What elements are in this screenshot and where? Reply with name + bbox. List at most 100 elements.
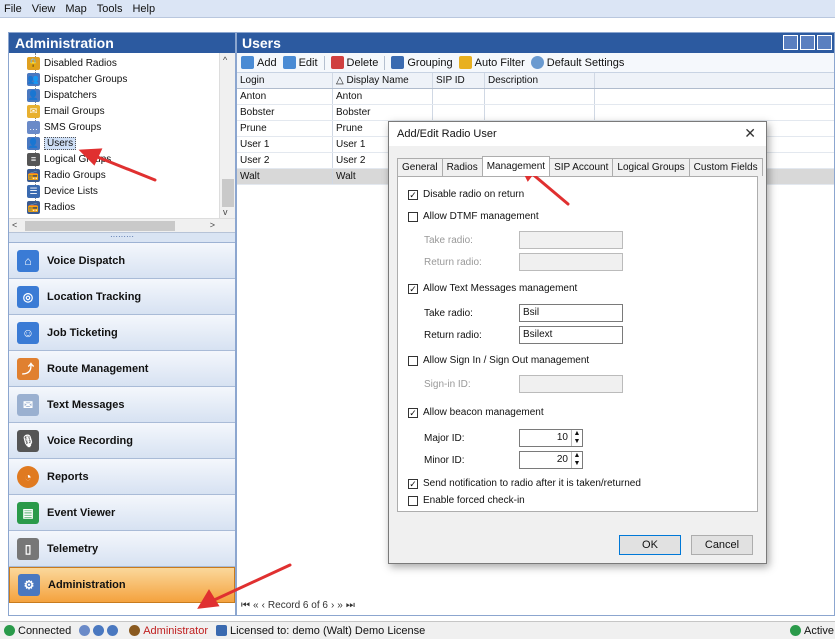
column-display-name[interactable]: △ Display Name: [333, 73, 433, 88]
add-button[interactable]: Add: [241, 56, 277, 69]
close-icon[interactable]: ✕: [744, 125, 756, 142]
scroll-left-icon[interactable]: <: [12, 220, 17, 230]
skype-icon[interactable]: [817, 35, 832, 50]
send-notification-checkbox[interactable]: ✓ Send notification to radio after it is …: [408, 478, 641, 489]
tab-logical-groups[interactable]: Logical Groups: [612, 158, 690, 176]
tab-management[interactable]: Management: [481, 156, 551, 176]
last-record-icon[interactable]: ⏭: [346, 600, 355, 611]
speaker-icon[interactable]: [800, 35, 815, 50]
group-icon: 👥: [27, 72, 40, 86]
nav-route-management[interactable]: ⤴ Route Management: [9, 351, 235, 387]
status-icons: [79, 625, 121, 636]
scroll-thumb[interactable]: [25, 221, 175, 231]
first-record-icon[interactable]: ⏮: [241, 600, 250, 611]
major-id-stepper[interactable]: 10 ▲ ▼: [519, 429, 583, 447]
signin-id-input[interactable]: [519, 375, 623, 393]
minor-id-stepper[interactable]: 20 ▲ ▼: [519, 451, 583, 469]
scroll-up-icon[interactable]: ^: [223, 55, 227, 65]
reports-icon: ◔: [17, 465, 39, 488]
tab-radios[interactable]: Radios: [441, 158, 483, 176]
column-description[interactable]: Description: [485, 73, 595, 88]
nav-text-messages[interactable]: ✉ Text Messages: [9, 387, 235, 423]
text-return-radio-label: Return radio:: [424, 330, 482, 341]
tree-item-disabled-radios[interactable]: 🔒 Disabled Radios: [27, 55, 117, 71]
ok-button[interactable]: OK: [619, 535, 681, 555]
splitter-grip[interactable]: ·········: [9, 233, 235, 243]
auto-filter-button[interactable]: Auto Filter: [458, 56, 525, 69]
scroll-right-icon[interactable]: >: [210, 220, 215, 230]
cancel-button[interactable]: Cancel: [691, 535, 753, 555]
nav-location-tracking[interactable]: ◎ Location Tracking: [9, 279, 235, 315]
dispatcher-status-icon: [93, 625, 105, 636]
spin-arrows-icon[interactable]: ▲ ▼: [571, 430, 582, 446]
tree-item-radio-groups[interactable]: 📻 Radio Groups: [27, 167, 106, 183]
menu-tools[interactable]: Tools: [97, 3, 123, 15]
tree-item-radios[interactable]: 📻 Radios: [27, 199, 75, 215]
nav-voice-dispatch[interactable]: ⌂ Voice Dispatch: [9, 243, 235, 279]
nav-administration[interactable]: ⚙ Administration: [9, 567, 235, 603]
spin-arrows-icon[interactable]: ▲ ▼: [571, 452, 582, 468]
tree-item-email-groups[interactable]: ✉ Email Groups: [27, 103, 105, 119]
disable-radio-on-return-checkbox[interactable]: ✓ Disable radio on return: [408, 189, 524, 200]
filter-icon: [458, 56, 472, 69]
tree-item-device-lists[interactable]: ☰ Device Lists: [27, 183, 98, 199]
users-icon: 👤: [27, 136, 40, 150]
nav-job-ticketing[interactable]: ☺ Job Ticketing: [9, 315, 235, 351]
tree-item-dispatcher-groups[interactable]: 👥 Dispatcher Groups: [27, 71, 127, 87]
nav-voice-recording[interactable]: 🎙 Voice Recording: [9, 423, 235, 459]
next-page-icon[interactable]: »: [337, 600, 343, 611]
text-take-radio-input[interactable]: Bsil: [519, 304, 623, 322]
dialog-titlebar: Add/Edit Radio User ✕: [389, 122, 766, 146]
edit-button[interactable]: Edit: [282, 56, 318, 69]
sms-icon: …: [27, 120, 40, 134]
prev-page-icon[interactable]: «: [253, 600, 259, 611]
grouping-button[interactable]: Grouping: [391, 56, 453, 69]
left-panel: Administration 🔒 Disabled Radios 👥 Dispatc…: [8, 32, 236, 616]
forced-checkin-checkbox[interactable]: Enable forced check-in: [408, 495, 525, 506]
menu-help[interactable]: Help: [132, 3, 155, 15]
nav-telemetry[interactable]: ▯ Telemetry: [9, 531, 235, 567]
scroll-down-icon[interactable]: v: [223, 207, 228, 217]
envelope-icon: ✉: [17, 393, 39, 416]
dtmf-return-radio-input[interactable]: [519, 253, 623, 271]
tab-custom-fields[interactable]: Custom Fields: [688, 158, 763, 176]
record-navigator: ⏮ « ‹ Record 6 of 6 › » ⏭: [241, 597, 355, 613]
event-icon: ▤: [17, 501, 39, 524]
tree-horizontal-scrollbar[interactable]: < >: [9, 218, 235, 232]
voice-dispatch-icon: ⌂: [17, 249, 39, 272]
tree-item-logical-groups[interactable]: ≡ Logical Groups: [27, 151, 111, 167]
text-return-radio-input[interactable]: Bsilext: [519, 326, 623, 344]
menu-view[interactable]: View: [32, 3, 56, 15]
default-settings-button[interactable]: Default Settings: [530, 56, 624, 69]
table-row[interactable]: Anton Anton: [237, 89, 834, 105]
prev-record-icon[interactable]: ‹: [262, 600, 265, 611]
dtmf-take-radio-label: Take radio:: [424, 235, 473, 246]
tree-item-users[interactable]: 👤 Users: [27, 135, 77, 151]
management-tab-page: ✓ Disable radio on return Allow DTMF mana…: [397, 176, 758, 512]
table-row[interactable]: Bobster Bobster: [237, 105, 834, 121]
allow-dtmf-checkbox[interactable]: Allow DTMF management: [408, 211, 539, 222]
menu-map[interactable]: Map: [65, 3, 86, 15]
dtmf-take-radio-input[interactable]: [519, 231, 623, 249]
tab-general[interactable]: General: [397, 158, 443, 176]
allow-signin-checkbox[interactable]: Allow Sign In / Sign Out management: [408, 355, 589, 366]
tab-sip-account[interactable]: SIP Account: [549, 158, 614, 176]
scroll-thumb[interactable]: [222, 179, 234, 207]
menu-file[interactable]: File: [4, 3, 22, 15]
delete-button[interactable]: Delete: [330, 56, 378, 69]
tree-item-sms-groups[interactable]: … SMS Groups: [27, 119, 101, 135]
allow-text-messages-checkbox[interactable]: ✓ Allow Text Messages management: [408, 283, 577, 294]
allow-beacon-checkbox[interactable]: ✓ Allow beacon management: [408, 407, 544, 418]
tree-item-dispatchers[interactable]: 👤 Dispatchers: [27, 87, 97, 103]
license-icon: [216, 625, 228, 636]
column-login[interactable]: Login: [237, 73, 333, 88]
nav-event-viewer[interactable]: ▤ Event Viewer: [9, 495, 235, 531]
next-record-icon[interactable]: ›: [331, 600, 334, 611]
menu-bar: File View Map Tools Help: [0, 0, 835, 18]
column-sip-id[interactable]: SIP ID: [433, 73, 485, 88]
nav-reports[interactable]: ◔ Reports: [9, 459, 235, 495]
headset-icon[interactable]: [783, 35, 798, 50]
telemetry-icon: ▯: [17, 537, 39, 560]
list-icon: ≡: [27, 152, 40, 166]
tree-vertical-scrollbar[interactable]: ^ v: [219, 53, 235, 219]
